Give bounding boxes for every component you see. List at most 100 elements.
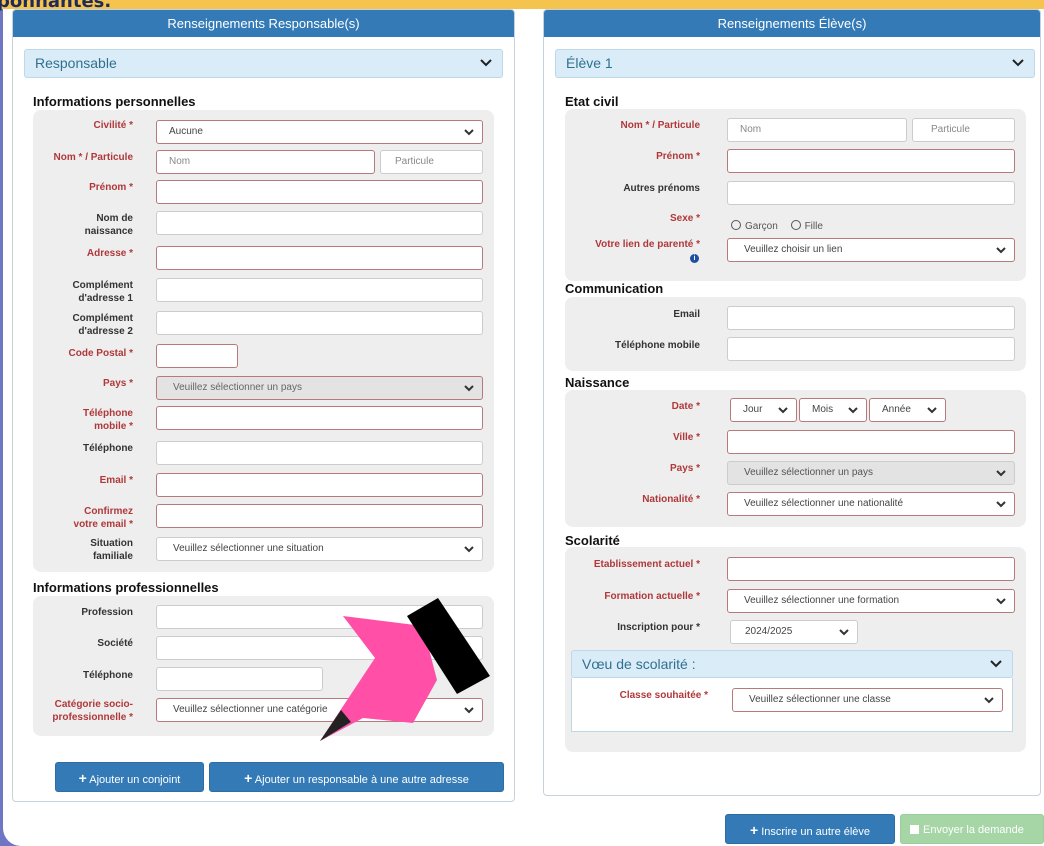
classe-select[interactable]: Veuillez sélectionner une classe (732, 688, 1003, 712)
chevron-down-icon (480, 59, 492, 67)
inscrire-label: Inscrire un autre élève (761, 826, 871, 838)
eleve-tel-label: Téléphone mobile (614, 340, 700, 351)
eleve-nom-input[interactable]: Nom (727, 118, 907, 142)
eleve-pays-value: Veuillez sélectionner un pays (744, 467, 873, 478)
prenom-label: Prénom * (89, 182, 133, 193)
tel-mobile-input[interactable] (156, 406, 483, 430)
code-postal-input[interactable] (156, 344, 238, 368)
annee-select[interactable]: Année (869, 398, 946, 422)
eleve-pays-select[interactable]: Veuillez sélectionner un pays (727, 461, 1015, 485)
save-icon (910, 825, 919, 834)
pays-label: Pays * (102, 378, 133, 389)
nom-placeholder: Nom (169, 156, 191, 167)
societe-label: Société (97, 638, 133, 649)
radio-circle-icon (790, 220, 801, 230)
particule-input[interactable]: Particule (380, 150, 483, 174)
sexe-label: Sexe * (669, 213, 700, 224)
section-naissance: Naissance (565, 375, 630, 390)
categorie-label: Catégorie socio-professionnelle * (52, 699, 133, 723)
ville-label: Ville * (672, 432, 700, 443)
civilite-label: Civilité * (93, 120, 133, 131)
confirm-email-label: Confirmez votre email * (73, 506, 133, 530)
responsable-panel-title: Renseignements Responsable(s) (13, 10, 514, 37)
chevron-down-icon (996, 501, 1006, 508)
radio-fille[interactable]: Fille (790, 220, 823, 232)
pointing-hand-icon (320, 598, 490, 741)
eleve-accordion[interactable]: Élève 1 (555, 49, 1035, 78)
add-responsable-label: Ajouter un responsable à une autre adres… (254, 774, 469, 786)
chevron-down-icon (996, 247, 1006, 254)
section-etat-civil: Etat civil (565, 94, 619, 109)
form-page: Renseignements Responsable(s) Responsabl… (3, 9, 1044, 846)
autres-prenoms-label: Autres prénoms (623, 183, 700, 194)
inscription-label: Inscription pour * (617, 622, 700, 633)
mois-select[interactable]: Mois (799, 398, 867, 422)
mois-value: Mois (812, 404, 834, 415)
formation-value: Veuillez sélectionner une formation (744, 595, 900, 606)
categorie-value: Veuillez sélectionner une catégorie (173, 704, 328, 715)
particule-placeholder: Particule (395, 156, 434, 167)
date-label: Date * (671, 401, 700, 412)
eleve-email-input[interactable] (727, 306, 1015, 330)
eleve-pays-label: Pays * (669, 463, 700, 474)
radio-garcon[interactable]: Garçon (731, 220, 778, 232)
lien-select[interactable]: Veuillez choisir un lien (727, 238, 1015, 262)
inscrire-autre-eleve-button[interactable]: + Inscrire un autre élève (725, 814, 895, 844)
email-input[interactable] (156, 473, 483, 497)
profession-label: Profession (81, 607, 133, 618)
add-responsable-button[interactable]: + Ajouter un responsable à une autre adr… (209, 762, 504, 792)
chevron-down-icon (1012, 59, 1024, 67)
eleve-prenom-label: Prénom * (656, 151, 700, 162)
chevron-down-icon (927, 407, 937, 414)
jour-select[interactable]: Jour (730, 398, 797, 422)
civilite-select[interactable]: Aucune (156, 120, 483, 144)
pays-select[interactable]: Veuillez sélectionner un pays (156, 376, 483, 400)
inscription-select[interactable]: 2024/2025 (730, 620, 858, 644)
chevron-down-icon (464, 546, 474, 553)
nom-naissance-input[interactable] (156, 211, 483, 235)
section-communication: Communication (565, 281, 664, 296)
complement2-input[interactable] (156, 311, 483, 335)
section-informations-professionnelles: Informations professionnelles (33, 580, 219, 595)
nationalite-label: Nationalité * (642, 494, 700, 505)
responsable-accordion-label: Responsable (35, 55, 117, 71)
eleve-email-label: Email (673, 309, 700, 320)
section-scolarite: Scolarité (565, 533, 620, 548)
nationalite-select[interactable]: Veuillez sélectionner une nationalité (727, 492, 1015, 516)
complement1-input[interactable] (156, 278, 483, 302)
section-informations-personnelles: Informations personnelles (33, 94, 196, 109)
chevron-down-icon (848, 407, 858, 414)
responsable-accordion[interactable]: Responsable (24, 49, 503, 78)
add-conjoint-button[interactable]: + Ajouter un conjoint (55, 762, 204, 792)
chevron-down-icon (839, 629, 849, 636)
ville-input[interactable] (727, 430, 1015, 454)
etablissement-label: Etablissement actuel * (593, 559, 700, 570)
adresse-input[interactable] (156, 246, 483, 270)
confirm-email-input[interactable] (156, 504, 483, 528)
telephone-input[interactable] (156, 441, 483, 465)
eleve-prenom-input[interactable] (727, 149, 1015, 173)
fille-label: Fille (804, 221, 823, 232)
top-banner: ponnantes. (0, 0, 1044, 12)
info-icon[interactable]: i (690, 254, 699, 263)
prenom-input[interactable] (156, 180, 483, 204)
nom-naissance-label: Nom de naissance (84, 213, 133, 237)
formation-select[interactable]: Veuillez sélectionner une formation (727, 589, 1015, 613)
voeu-accordion[interactable]: Vœu de scolarité : (571, 650, 1013, 678)
classe-value: Veuillez sélectionner une classe (749, 694, 891, 705)
envoyer-demande-button[interactable]: Envoyer la demande (900, 814, 1044, 844)
code-postal-label: Code Postal * (68, 348, 133, 359)
plus-icon: + (244, 770, 253, 786)
etablissement-input[interactable] (727, 557, 1015, 581)
pro-telephone-input[interactable] (156, 667, 323, 691)
eleve-particule-input[interactable]: Particule (912, 118, 1015, 142)
chevron-down-icon (990, 660, 1002, 668)
situation-select[interactable]: Veuillez sélectionner une situation (156, 537, 483, 561)
lien-label: Votre lien de parenté * (595, 239, 700, 250)
nom-input[interactable]: Nom (156, 150, 375, 174)
voeu-title: Vœu de scolarité : (582, 656, 696, 672)
eleve-tel-input[interactable] (727, 337, 1015, 361)
annee-value: Année (882, 404, 911, 415)
adresse-label: Adresse * (86, 248, 133, 259)
autres-prenoms-input[interactable] (727, 181, 1015, 205)
